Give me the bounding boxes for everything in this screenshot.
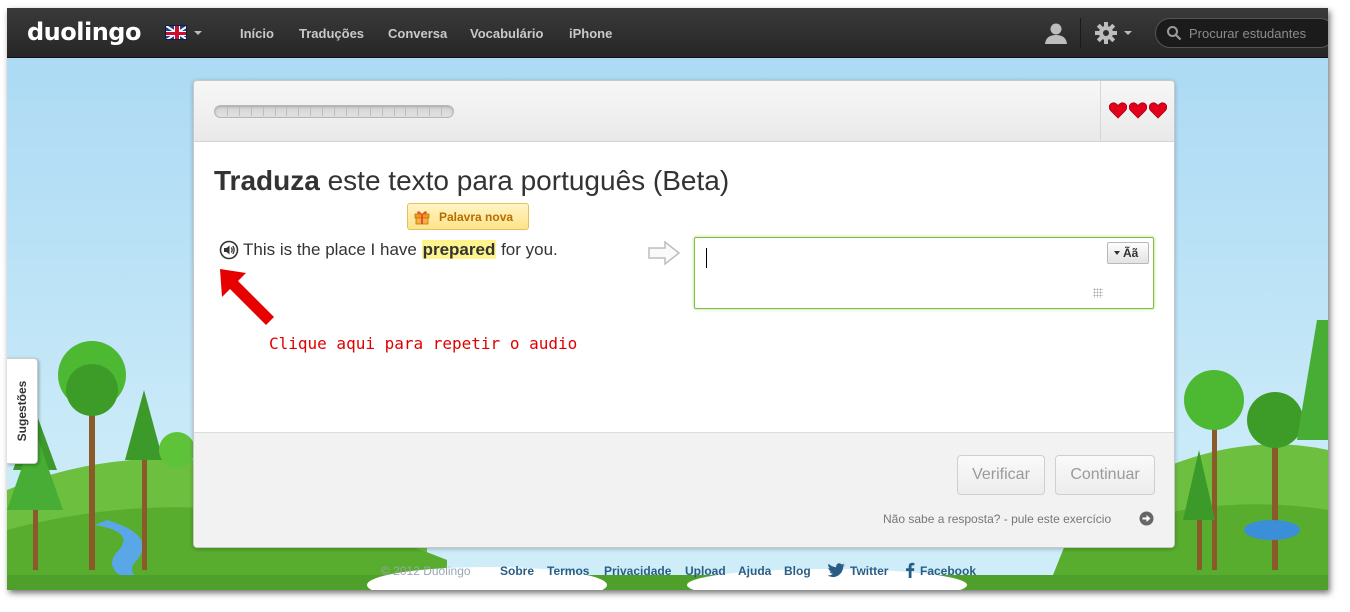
text-cursor <box>706 248 707 268</box>
lesson-footer: Verificar Continuar Não sabe a resposta?… <box>194 432 1174 547</box>
progress-segment-divider <box>382 107 383 116</box>
footer-link-blog[interactable]: Blog <box>784 564 811 578</box>
footer-link-twitter[interactable]: Twitter <box>850 564 888 578</box>
highlighted-word[interactable]: prepared <box>421 240 497 259</box>
progress-segment-divider <box>429 107 430 116</box>
nav-divider <box>1080 18 1081 48</box>
sentence-before: This is the place I have <box>243 240 422 259</box>
translation-input[interactable] <box>695 238 1153 308</box>
footer-link-facebook[interactable]: Facebook <box>920 564 976 578</box>
footer-link-privacidade[interactable]: Privacidade <box>604 564 671 578</box>
progress-segment-divider <box>251 107 252 116</box>
chevron-down-icon <box>1114 250 1120 255</box>
nav-item-vocabulario[interactable]: Vocabulário <box>470 26 543 41</box>
settings-dropdown-caret-icon[interactable] <box>1124 31 1132 35</box>
progress-segment-divider <box>263 107 264 116</box>
audio-hint-annotation: Clique aqui para repetir o audio <box>269 334 578 353</box>
arrow-right-circle-icon[interactable] <box>1139 511 1154 526</box>
page-footer: © 2012 Duolingo Sobre Termos Privacidade… <box>7 562 1328 584</box>
new-word-label: Palavra nova <box>439 210 514 224</box>
browser-window: duolingo Início Traduções Conversa Vocab… <box>7 8 1328 590</box>
accent-button-label: Ãã <box>1123 246 1139 260</box>
title-rest: este texto para português (Beta) <box>319 165 730 196</box>
progress-segment-divider <box>405 107 406 116</box>
red-annotation-arrow-icon <box>220 269 274 325</box>
heart-icon <box>1109 102 1127 119</box>
progress-segment-divider <box>227 107 228 116</box>
nav-item-conversa[interactable]: Conversa <box>388 26 447 41</box>
search-icon <box>1167 26 1182 41</box>
resize-grip-icon[interactable] <box>1093 288 1103 298</box>
source-sentence: This is the place I have prepared for yo… <box>243 240 558 260</box>
footer-link-upload[interactable]: Upload <box>685 564 726 578</box>
top-nav-bar: duolingo Início Traduções Conversa Vocab… <box>7 8 1328 58</box>
nav-item-traducoes[interactable]: Traduções <box>299 26 364 41</box>
progress-segment-divider <box>286 107 287 116</box>
footer-link-ajuda[interactable]: Ajuda <box>738 564 771 578</box>
lesson-progress-bar <box>214 105 454 118</box>
user-profile-icon[interactable] <box>1044 22 1068 44</box>
nav-item-inicio[interactable]: Início <box>240 26 274 41</box>
progress-segment-divider <box>346 107 347 116</box>
search-input[interactable] <box>1189 24 1328 42</box>
heart-icon <box>1129 102 1147 119</box>
progress-segment-divider <box>334 107 335 116</box>
sentence-after: for you. <box>496 240 558 259</box>
speaker-audio-icon[interactable] <box>219 240 239 260</box>
student-search <box>1155 18 1328 48</box>
continue-button[interactable]: Continuar <box>1055 455 1155 495</box>
skip-exercise-link[interactable]: Não sabe a resposta? - pule este exercíc… <box>883 512 1111 526</box>
translate-direction-arrow-icon <box>648 240 681 266</box>
progress-segment-divider <box>394 107 395 116</box>
progress-segment-divider <box>417 107 418 116</box>
suggestions-label: Sugestões <box>15 380 29 442</box>
progress-segment-divider <box>358 107 359 116</box>
progress-segment-divider <box>275 107 276 116</box>
lesson-header <box>194 81 1174 142</box>
heart-icon <box>1149 102 1167 119</box>
verify-button[interactable]: Verificar <box>957 455 1045 495</box>
new-word-badge[interactable]: Palavra nova <box>407 203 529 230</box>
footer-link-termos[interactable]: Termos <box>547 564 589 578</box>
hearts-divider <box>1100 81 1101 142</box>
title-bold: Traduza <box>214 165 320 196</box>
footer-link-sobre[interactable]: Sobre <box>500 564 534 578</box>
progress-segment-divider <box>370 107 371 116</box>
twitter-bird-icon[interactable] <box>827 563 846 578</box>
hearts-remaining <box>1109 102 1169 122</box>
progress-segment-divider <box>239 107 240 116</box>
facebook-f-icon[interactable] <box>905 562 915 578</box>
duolingo-logo[interactable]: duolingo <box>27 18 141 46</box>
answer-box: Ãã <box>694 237 1154 309</box>
gift-icon <box>414 211 430 225</box>
suggestions-tab[interactable]: Sugestões <box>7 358 38 464</box>
language-dropdown-caret-icon[interactable] <box>194 31 202 35</box>
settings-gear-icon[interactable] <box>1094 21 1118 45</box>
progress-segment-divider <box>298 107 299 116</box>
lesson-card: Traduza este texto para português (Beta)… <box>193 80 1175 548</box>
accent-characters-button[interactable]: Ãã <box>1107 242 1149 264</box>
progress-segment-divider <box>441 107 442 116</box>
copyright: © 2012 Duolingo <box>381 564 471 578</box>
nav-item-iphone[interactable]: iPhone <box>569 26 612 41</box>
progress-segment-divider <box>310 107 311 116</box>
progress-segment-divider <box>322 107 323 116</box>
uk-flag-icon[interactable] <box>165 25 187 40</box>
exercise-title: Traduza este texto para português (Beta) <box>214 165 729 197</box>
